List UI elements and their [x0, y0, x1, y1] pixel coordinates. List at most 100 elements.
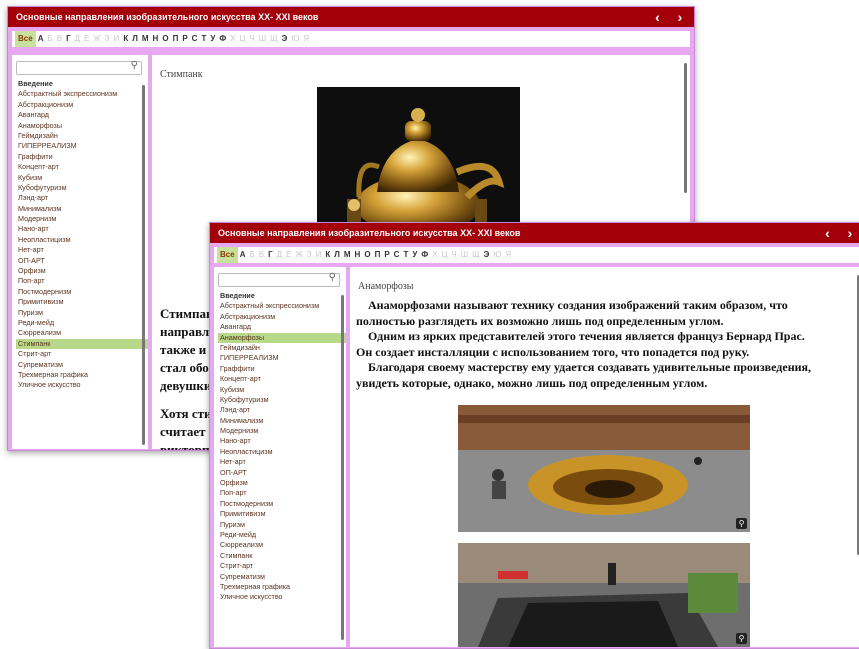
- letter-filter[interactable]: Л: [130, 31, 140, 47]
- topic-item[interactable]: Абстрактный экспрессионизм: [218, 301, 346, 311]
- letter-filter[interactable]: А: [36, 31, 46, 47]
- topic-item[interactable]: Кубизм: [218, 385, 346, 395]
- topic-item[interactable]: ОП-АРТ: [218, 468, 346, 478]
- topic-item[interactable]: Модернизм: [218, 426, 346, 436]
- topic-item[interactable]: Введение: [16, 79, 148, 89]
- topic-item[interactable]: Минимализм: [218, 416, 346, 426]
- topic-item[interactable]: Авангард: [16, 110, 148, 120]
- topic-item[interactable]: Абстракционизм: [16, 100, 148, 110]
- topic-item[interactable]: Реди-мейд: [218, 530, 346, 540]
- letter-filter[interactable]: Р: [180, 31, 189, 47]
- letter-filter[interactable]: О: [160, 31, 170, 47]
- topic-item[interactable]: Постмодернизм: [218, 499, 346, 509]
- anamorphosis-photo-2[interactable]: ⚲: [458, 543, 750, 647]
- front-search-input[interactable]: ⚲: [218, 272, 340, 287]
- letter-filter[interactable]: Ф: [217, 31, 228, 47]
- letter-filter[interactable]: Г: [64, 31, 73, 47]
- letter-filter[interactable]: Л: [332, 247, 342, 263]
- letter-filter[interactable]: Н: [151, 31, 161, 47]
- letter-filter[interactable]: М: [140, 31, 151, 47]
- topic-item[interactable]: Геймдизайн: [218, 343, 346, 353]
- topic-item[interactable]: Сюрреализм: [218, 540, 346, 550]
- topic-item[interactable]: Супрематизм: [218, 572, 346, 582]
- topic-item[interactable]: Кубизм: [16, 173, 148, 183]
- topic-item[interactable]: Пуризм: [16, 308, 148, 318]
- topic-item[interactable]: Примитивизм: [16, 297, 148, 307]
- topic-item[interactable]: Граффити: [218, 364, 346, 374]
- topic-item[interactable]: Поп-арт: [218, 488, 346, 498]
- topic-item[interactable]: Нет-арт: [16, 245, 148, 255]
- letter-filter[interactable]: П: [373, 247, 383, 263]
- letter-filter[interactable]: М: [342, 247, 353, 263]
- topic-item[interactable]: Сюрреализм: [16, 328, 148, 338]
- zoom-icon[interactable]: ⚲: [736, 518, 747, 529]
- topic-item[interactable]: Анаморфозы: [218, 332, 346, 343]
- topic-item[interactable]: Пуризм: [218, 520, 346, 530]
- topic-item[interactable]: Трехмерная графика: [218, 582, 346, 592]
- letter-filter[interactable]: П: [171, 31, 181, 47]
- topic-item[interactable]: Орфизм: [218, 478, 346, 488]
- topic-item[interactable]: Кубофутуризм: [16, 183, 148, 193]
- letter-filter[interactable]: А: [238, 247, 248, 263]
- topic-item[interactable]: Граффити: [16, 152, 148, 162]
- letter-filter-all[interactable]: Все: [217, 247, 238, 263]
- back-search-input[interactable]: ⚲: [16, 60, 142, 75]
- topic-item[interactable]: Лэнд-арт: [16, 193, 148, 203]
- topic-item[interactable]: Абстрактный экспрессионизм: [16, 89, 148, 99]
- back-sidebar-scrollbar[interactable]: [142, 85, 145, 445]
- topic-item[interactable]: Концепт-арт: [218, 374, 346, 384]
- front-sidebar-scrollbar[interactable]: [341, 295, 344, 640]
- letter-filter[interactable]: Э: [280, 31, 290, 47]
- topic-item[interactable]: Стрит-арт: [16, 349, 148, 359]
- front-prev-button[interactable]: ‹: [817, 223, 837, 243]
- topic-item[interactable]: Стимпанк: [16, 338, 148, 350]
- letter-filter-all[interactable]: Все: [15, 31, 36, 47]
- topic-item[interactable]: Кубофутуризм: [218, 395, 346, 405]
- topic-item[interactable]: Стимпанк: [218, 551, 346, 561]
- topic-item[interactable]: Орфизм: [16, 266, 148, 276]
- letter-filter[interactable]: Г: [266, 247, 275, 263]
- topic-item[interactable]: Геймдизайн: [16, 131, 148, 141]
- topic-item[interactable]: Нет-арт: [218, 457, 346, 467]
- letter-filter[interactable]: У: [410, 247, 419, 263]
- topic-item[interactable]: Концепт-арт: [16, 162, 148, 172]
- topic-item[interactable]: Стрит-арт: [218, 561, 346, 571]
- letter-filter[interactable]: К: [323, 247, 332, 263]
- letter-filter[interactable]: Ф: [419, 247, 430, 263]
- back-prev-button[interactable]: ‹: [647, 7, 667, 27]
- topic-item[interactable]: Анаморфозы: [16, 121, 148, 131]
- topic-item[interactable]: Авангард: [218, 322, 346, 332]
- topic-item[interactable]: Трехмерная графика: [16, 370, 148, 380]
- topic-item[interactable]: Модернизм: [16, 214, 148, 224]
- letter-filter[interactable]: Т: [199, 31, 208, 47]
- topic-item[interactable]: Реди-мейд: [16, 318, 148, 328]
- letter-filter[interactable]: Т: [401, 247, 410, 263]
- anamorphosis-photo-1[interactable]: ⚲: [458, 405, 750, 532]
- topic-item[interactable]: ОП-АРТ: [16, 256, 148, 266]
- topic-item[interactable]: Супрематизм: [16, 360, 148, 370]
- letter-filter[interactable]: Н: [353, 247, 363, 263]
- letter-filter[interactable]: О: [362, 247, 372, 263]
- topic-item[interactable]: Уличное искусство: [16, 380, 148, 390]
- letter-filter[interactable]: С: [392, 247, 402, 263]
- topic-item[interactable]: Минимализм: [16, 204, 148, 214]
- back-content-scrollbar[interactable]: [684, 63, 687, 193]
- topic-item[interactable]: Введение: [218, 291, 346, 301]
- letter-filter[interactable]: У: [208, 31, 217, 47]
- steampunk-kettle-image[interactable]: [317, 87, 520, 237]
- topic-item[interactable]: Нано-арт: [16, 224, 148, 234]
- zoom-icon[interactable]: ⚲: [736, 633, 747, 644]
- topic-item[interactable]: Абстракционизм: [218, 312, 346, 322]
- topic-item[interactable]: ГИПЕРРЕАЛИЗМ: [218, 353, 346, 363]
- letter-filter[interactable]: С: [190, 31, 200, 47]
- topic-item[interactable]: Уличное искусство: [218, 592, 346, 602]
- topic-item[interactable]: Неопластицизм: [218, 447, 346, 457]
- topic-item[interactable]: Нано-арт: [218, 436, 346, 446]
- topic-item[interactable]: Неопластицизм: [16, 235, 148, 245]
- letter-filter[interactable]: Э: [482, 247, 492, 263]
- topic-item[interactable]: Лэнд-арт: [218, 405, 346, 415]
- back-next-button[interactable]: ›: [670, 7, 690, 27]
- topic-item[interactable]: Постмодернизм: [16, 287, 148, 297]
- letter-filter[interactable]: К: [121, 31, 130, 47]
- front-next-button[interactable]: ›: [840, 223, 859, 243]
